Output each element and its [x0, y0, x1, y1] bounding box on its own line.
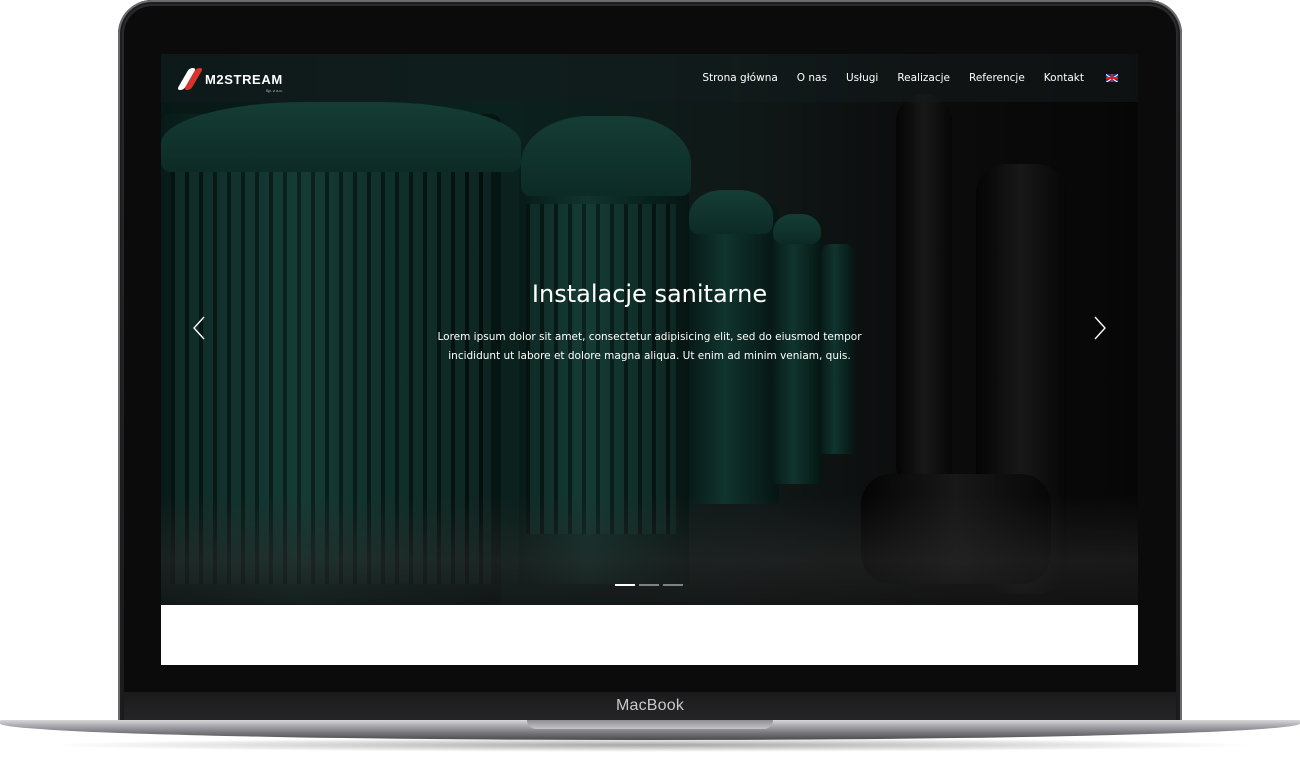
site-navbar: M2STREAM Sp. z o.o. Strona główna O nas …	[161, 54, 1138, 102]
carousel-indicator[interactable]	[663, 584, 683, 586]
device-label: MacBook	[615, 697, 685, 714]
uk-flag-icon[interactable]	[1106, 74, 1118, 82]
nav-item-about[interactable]: O nas	[797, 72, 827, 84]
chevron-left-icon	[189, 316, 209, 340]
hero-carousel: Instalacje sanitarne Lorem ipsum dolor s…	[161, 54, 1138, 605]
laptop-mockup: MacBook Instalacje sanitarne Lorem ipsum…	[0, 0, 1300, 763]
website-screen: Instalacje sanitarne Lorem ipsum dolor s…	[161, 54, 1138, 665]
logo-mark-icon	[176, 68, 204, 90]
logo-subtitle: Sp. z o.o.	[265, 87, 283, 93]
slide-title: Instalacje sanitarne	[531, 280, 768, 308]
chevron-right-icon	[1090, 316, 1110, 340]
main-nav: Strona główna O nas Usługi Realizacje Re…	[683, 54, 1118, 102]
carousel-indicator[interactable]	[615, 584, 635, 586]
slide-description: Lorem ipsum dolor sit amet, consectetur …	[437, 331, 862, 362]
carousel-indicators	[615, 584, 683, 586]
carousel-prev-button[interactable]	[189, 316, 209, 340]
logo-name: M2STREAM	[205, 71, 283, 87]
carousel-next-button[interactable]	[1090, 316, 1110, 340]
nav-item-home[interactable]: Strona główna	[702, 72, 777, 84]
nav-item-contact[interactable]: Kontakt	[1044, 72, 1084, 84]
site-logo[interactable]: M2STREAM Sp. z o.o.	[176, 66, 283, 93]
nav-item-references[interactable]: Referencje	[969, 72, 1025, 84]
nav-item-projects[interactable]: Realizacje	[897, 72, 950, 84]
laptop-shadow	[40, 738, 1260, 752]
laptop-notch	[527, 720, 773, 729]
carousel-indicator[interactable]	[639, 584, 659, 586]
nav-item-services[interactable]: Usługi	[846, 72, 878, 84]
